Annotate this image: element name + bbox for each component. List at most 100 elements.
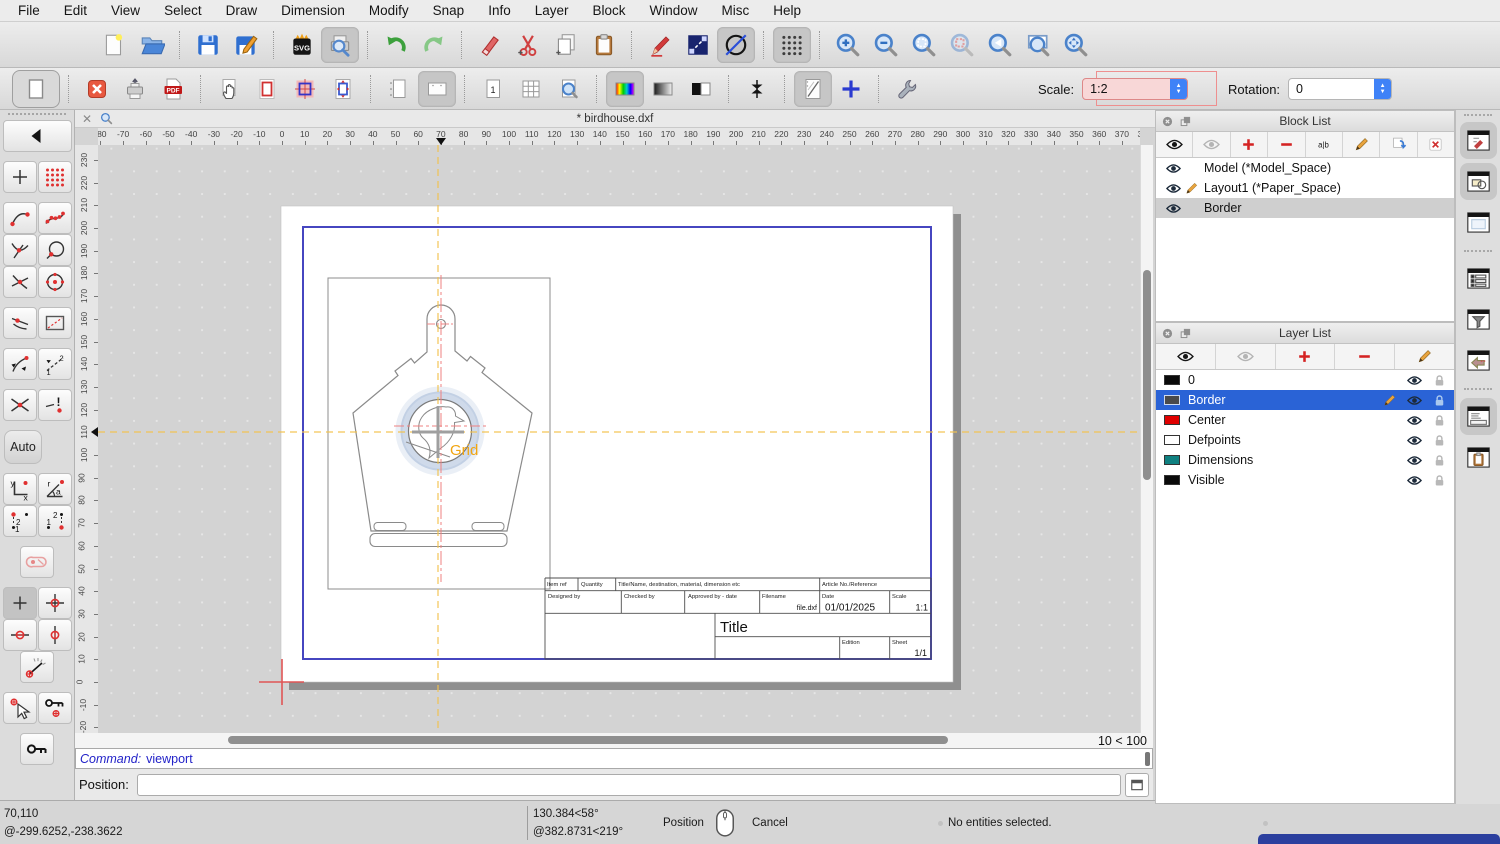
- layer-visibility-icon[interactable]: [1405, 473, 1423, 488]
- multi-page-button[interactable]: [512, 71, 550, 107]
- new-file-button[interactable]: [95, 27, 133, 63]
- block-hide-all-button[interactable]: [1193, 132, 1230, 157]
- zoom-auto-button[interactable]: [905, 27, 943, 63]
- menu-window[interactable]: Window: [638, 3, 710, 18]
- block-visibility-icon[interactable]: [1164, 181, 1182, 196]
- delete-button[interactable]: [471, 27, 509, 63]
- layer-visibility-icon[interactable]: [1405, 373, 1423, 388]
- reference-2-1-button[interactable]: 21: [38, 505, 72, 537]
- vertical-scrollbar[interactable]: [1140, 145, 1153, 733]
- snap-distance-button[interactable]: [3, 307, 37, 339]
- scale-stepper-icon[interactable]: ▲▼: [1170, 79, 1187, 99]
- block-visibility-icon[interactable]: [1164, 201, 1182, 216]
- layer-remove-button[interactable]: [1335, 344, 1395, 369]
- block-insert-button[interactable]: [1380, 132, 1417, 157]
- pan-page-button[interactable]: [210, 71, 248, 107]
- horizontal-scrollbar[interactable]: 10 < 100: [75, 733, 1153, 748]
- undo-button[interactable]: [377, 27, 415, 63]
- command-line[interactable]: Command: viewport: [75, 748, 1153, 769]
- circle-tool-button[interactable]: [717, 27, 755, 63]
- landscape-button[interactable]: [418, 71, 456, 107]
- layer-edit-button[interactable]: [1395, 344, 1454, 369]
- layer-row[interactable]: Border: [1156, 390, 1454, 410]
- layer-lock-icon[interactable]: [1430, 473, 1448, 488]
- layer-color-swatch[interactable]: [1164, 395, 1180, 405]
- dock-command-widget-button[interactable]: [1460, 398, 1497, 435]
- block-show-all-button[interactable]: [1156, 132, 1193, 157]
- coordinate-cartesian-button[interactable]: yx: [3, 473, 37, 505]
- reference-points-button[interactable]: 12: [38, 348, 72, 380]
- grayscale-mode-button[interactable]: [644, 71, 682, 107]
- layer-lock-icon[interactable]: [1430, 373, 1448, 388]
- block-visibility-icon[interactable]: [1164, 161, 1182, 176]
- back-button[interactable]: [3, 120, 72, 152]
- scale-combobox[interactable]: 1:2 ▲▼: [1082, 78, 1188, 100]
- layer-row[interactable]: Visible: [1156, 470, 1454, 490]
- fit-border-button[interactable]: [248, 71, 286, 107]
- layer-lock-icon[interactable]: [1430, 393, 1448, 408]
- rotation-stepper-icon[interactable]: ▲▼: [1374, 79, 1391, 99]
- menu-snap[interactable]: Snap: [421, 3, 477, 18]
- layer-row[interactable]: 0: [1156, 370, 1454, 390]
- layer-edit-icon[interactable]: [1380, 393, 1398, 408]
- export-pdf-button[interactable]: PDF: [154, 71, 192, 107]
- snap-cross-button[interactable]: [3, 389, 37, 421]
- menu-select[interactable]: Select: [152, 3, 214, 18]
- zoom-redraw-button[interactable]: [981, 27, 1019, 63]
- cut-button[interactable]: [509, 27, 547, 63]
- layer-row[interactable]: Center: [1156, 410, 1454, 430]
- restrict-snap-button[interactable]: [3, 348, 37, 380]
- color-mode-button[interactable]: [606, 71, 644, 107]
- save-button[interactable]: [189, 27, 227, 63]
- layer-visibility-icon[interactable]: [1405, 433, 1423, 448]
- dock-insert-widget-button[interactable]: [1460, 342, 1497, 379]
- lock-relative-zero-button[interactable]: [38, 692, 72, 724]
- snap-on-entity-button[interactable]: [38, 202, 72, 234]
- fit-viewport-button[interactable]: [286, 71, 324, 107]
- layer-hide-all-button[interactable]: [1216, 344, 1276, 369]
- relative-zero-button[interactable]: [20, 733, 54, 765]
- auto-snap-button[interactable]: Auto: [4, 430, 42, 464]
- layer-color-swatch[interactable]: [1164, 375, 1180, 385]
- snap-endpoint-button[interactable]: [3, 202, 37, 234]
- layer-visibility-icon[interactable]: [1405, 393, 1423, 408]
- grid-toggle-button[interactable]: [773, 27, 811, 63]
- layer-lock-icon[interactable]: [1430, 413, 1448, 428]
- menu-modify[interactable]: Modify: [357, 3, 421, 18]
- dock-layer-list-button[interactable]: [1460, 163, 1497, 200]
- menu-view[interactable]: View: [99, 3, 152, 18]
- page-setup-button[interactable]: [12, 70, 60, 108]
- snap-middle-button[interactable]: [3, 266, 37, 298]
- dock-clipboard-button[interactable]: [1460, 439, 1497, 476]
- menu-block[interactable]: Block: [581, 3, 638, 18]
- save-as-button[interactable]: [227, 27, 265, 63]
- restrict-nothing-button[interactable]: [3, 587, 37, 619]
- layer-color-swatch[interactable]: [1164, 475, 1180, 485]
- layer-add-button[interactable]: [1276, 344, 1336, 369]
- layer-lock-icon[interactable]: [1430, 453, 1448, 468]
- layer-visibility-icon[interactable]: [1405, 413, 1423, 428]
- print-button[interactable]: [116, 71, 154, 107]
- layer-row[interactable]: Dimensions: [1156, 450, 1454, 470]
- paste-button[interactable]: [585, 27, 623, 63]
- export-svg-button[interactable]: SVG: [283, 27, 321, 63]
- zoom-previous-button[interactable]: [943, 27, 981, 63]
- reference-1-2-button[interactable]: 21: [3, 505, 37, 537]
- zoom-pan-button[interactable]: [1057, 27, 1095, 63]
- menu-help[interactable]: Help: [761, 3, 813, 18]
- snap-free-button[interactable]: [3, 161, 37, 193]
- center-mark-button[interactable]: [738, 71, 776, 107]
- menu-edit[interactable]: Edit: [52, 3, 99, 18]
- restrict-vertical-button[interactable]: [38, 619, 72, 651]
- close-print-preview-button[interactable]: [78, 71, 116, 107]
- single-page-button[interactable]: 1: [474, 71, 512, 107]
- block-row[interactable]: Border: [1156, 198, 1454, 218]
- menu-file[interactable]: File: [6, 3, 52, 18]
- redo-button[interactable]: [415, 27, 453, 63]
- dock-layer-filter-button[interactable]: [1460, 301, 1497, 338]
- snap-circle-button[interactable]: [38, 234, 72, 266]
- snap-grid-iso-button[interactable]: [38, 307, 72, 339]
- restrict-orthogonal-button[interactable]: [38, 587, 72, 619]
- dock-entity-list-button[interactable]: [1460, 260, 1497, 297]
- print-preview-button[interactable]: [321, 27, 359, 63]
